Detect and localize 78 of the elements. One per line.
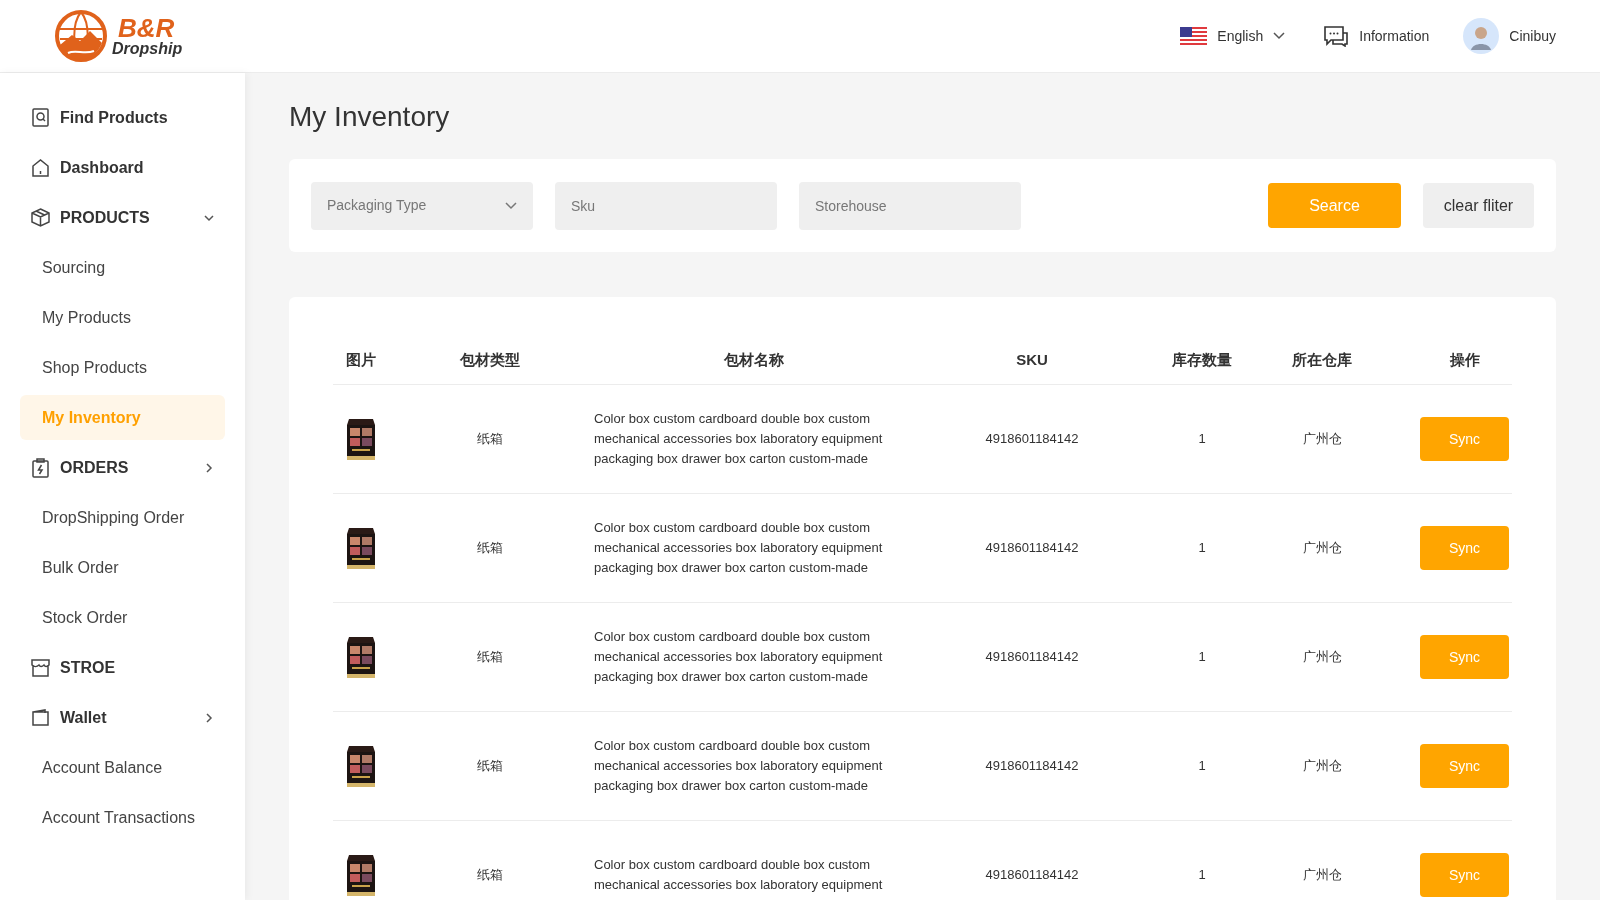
packaging-name-cell-text: Color box custom cardboard double box custom mechanical accessories box laboratory equipment <box>594 856 884 894</box>
avatar-icon <box>1463 18 1500 54</box>
warehouse-cell-text: 广州仓 <box>1302 757 1342 776</box>
wallet-icon <box>30 707 51 728</box>
globe-logo-icon <box>54 9 108 63</box>
warehouse-cell-text: 广州仓 <box>1302 866 1342 885</box>
sidebar-subitem[interactable]: My Products <box>20 295 225 340</box>
user-menu[interactable]: Cinibuy <box>1463 18 1556 54</box>
language-selector[interactable]: English <box>1180 25 1286 47</box>
search-icon <box>30 107 51 128</box>
sidebar-item[interactable]: STROE <box>20 645 225 690</box>
sidebar-item-label: Dashboard <box>60 157 144 178</box>
chat-icon <box>1323 25 1350 47</box>
packaging-type-cell-text: 纸箱 <box>477 430 503 449</box>
packaging-name-cell-text: Color box custom cardboard double box custom mechanical accessories box laboratory equipment packaging box drawer box carton custom-made <box>594 737 884 795</box>
storefront-icon <box>30 657 51 678</box>
sku-cell-text: 4918601184142 <box>985 430 1079 449</box>
home-icon <box>30 157 51 178</box>
sku-cell-text: 4918601184142 <box>985 539 1079 558</box>
packaging-type-cell-text: 纸箱 <box>477 866 503 885</box>
box-icon <box>30 207 51 228</box>
sidebar-item-label: STROE <box>60 657 116 678</box>
sidebar-item[interactable]: Wallet <box>20 695 225 740</box>
column-header: 所在仓库 <box>1292 350 1352 370</box>
column-header: 包材类型 <box>460 350 520 370</box>
sidebar-item-label: PRODUCTS <box>60 207 150 228</box>
sidebar-subitem[interactable]: Account Balance <box>20 745 225 790</box>
column-header: 包材名称 <box>724 350 784 370</box>
clipboard-icon <box>30 457 51 478</box>
sku-field[interactable]: Sku <box>555 181 777 230</box>
column-header: 库存数量 <box>1172 350 1232 370</box>
packaging-name-cell-text: Color box custom cardboard double box custom mechanical accessories box laboratory equipment packaging box drawer box carton custom-made <box>594 410 884 468</box>
sidebar-item[interactable]: Dashboard <box>20 145 225 190</box>
language-label: English <box>1217 26 1264 46</box>
warehouse-cell-text: 广州仓 <box>1302 539 1342 558</box>
dropdown-placeholder: Packaging Type <box>327 196 427 215</box>
sidebar-item-label: ORDERS <box>60 457 129 478</box>
packaging-type-cell-text: 纸箱 <box>477 539 503 558</box>
clear-filter-button[interactable]: clear fliter <box>1423 183 1534 228</box>
sku-cell-text: 4918601184142 <box>985 866 1079 885</box>
sidebar-item[interactable]: PRODUCTS <box>20 195 225 240</box>
sidebar-subitem[interactable]: Shop Products <box>20 345 225 390</box>
user-name: Cinibuy <box>1509 26 1556 46</box>
column-header: 图片 <box>346 350 376 370</box>
chevron-down-icon <box>505 201 517 210</box>
packaging-type-cell-text: 纸箱 <box>477 648 503 667</box>
sidebar-item-label: Find Products <box>60 107 168 128</box>
quantity-cell-text: 1 <box>1198 757 1206 776</box>
quantity-cell-text: 1 <box>1198 430 1206 449</box>
sidebar-subitem[interactable]: Sourcing <box>20 245 225 290</box>
quantity-cell-text: 1 <box>1198 539 1206 558</box>
sidebar-subitem[interactable]: Bulk Order <box>20 545 225 590</box>
sidebar-subitem[interactable]: Account Transactions <box>20 795 225 840</box>
packaging-type-cell-text: 纸箱 <box>477 757 503 776</box>
information-link[interactable]: Information <box>1323 25 1430 47</box>
packaging-name-cell-text: Color box custom cardboard double box custom mechanical accessories box laboratory equipment packaging box drawer box carton custom-made <box>594 519 884 577</box>
warehouse-cell-text: 广州仓 <box>1302 648 1342 667</box>
column-header: SKU <box>1016 350 1048 370</box>
quantity-cell-text: 1 <box>1198 866 1206 885</box>
sidebar-item[interactable]: ORDERS <box>20 445 225 490</box>
page-title: My Inventory <box>289 100 451 134</box>
logo-brand: B&R <box>118 15 175 41</box>
sku-cell-text: 4918601184142 <box>985 648 1079 667</box>
sku-cell-text: 4918601184142 <box>985 757 1079 776</box>
sidebar-item-label: Wallet <box>60 707 107 728</box>
sidebar-subitem[interactable]: Stock Order <box>20 595 225 640</box>
warehouse-cell-text: 广州仓 <box>1302 430 1342 449</box>
information-label: Information <box>1359 26 1430 46</box>
packaging-type-dropdown[interactable]: Packaging Type <box>311 181 533 230</box>
column-header: 操作 <box>1448 350 1481 370</box>
chevron-down-icon <box>1273 32 1286 40</box>
sidebar-subitem[interactable]: DropShipping Order <box>20 495 225 540</box>
quantity-cell-text: 1 <box>1198 648 1206 667</box>
packaging-name-cell-text: Color box custom cardboard double box custom mechanical accessories box laboratory equipment packaging box drawer box carton custom-made <box>594 628 884 686</box>
logo-tagline: Dropship <box>112 41 183 57</box>
sidebar-item[interactable]: Find Products <box>20 95 225 140</box>
storehouse-field[interactable]: Storehouse <box>799 181 1021 230</box>
us-flag-icon <box>1180 27 1208 45</box>
